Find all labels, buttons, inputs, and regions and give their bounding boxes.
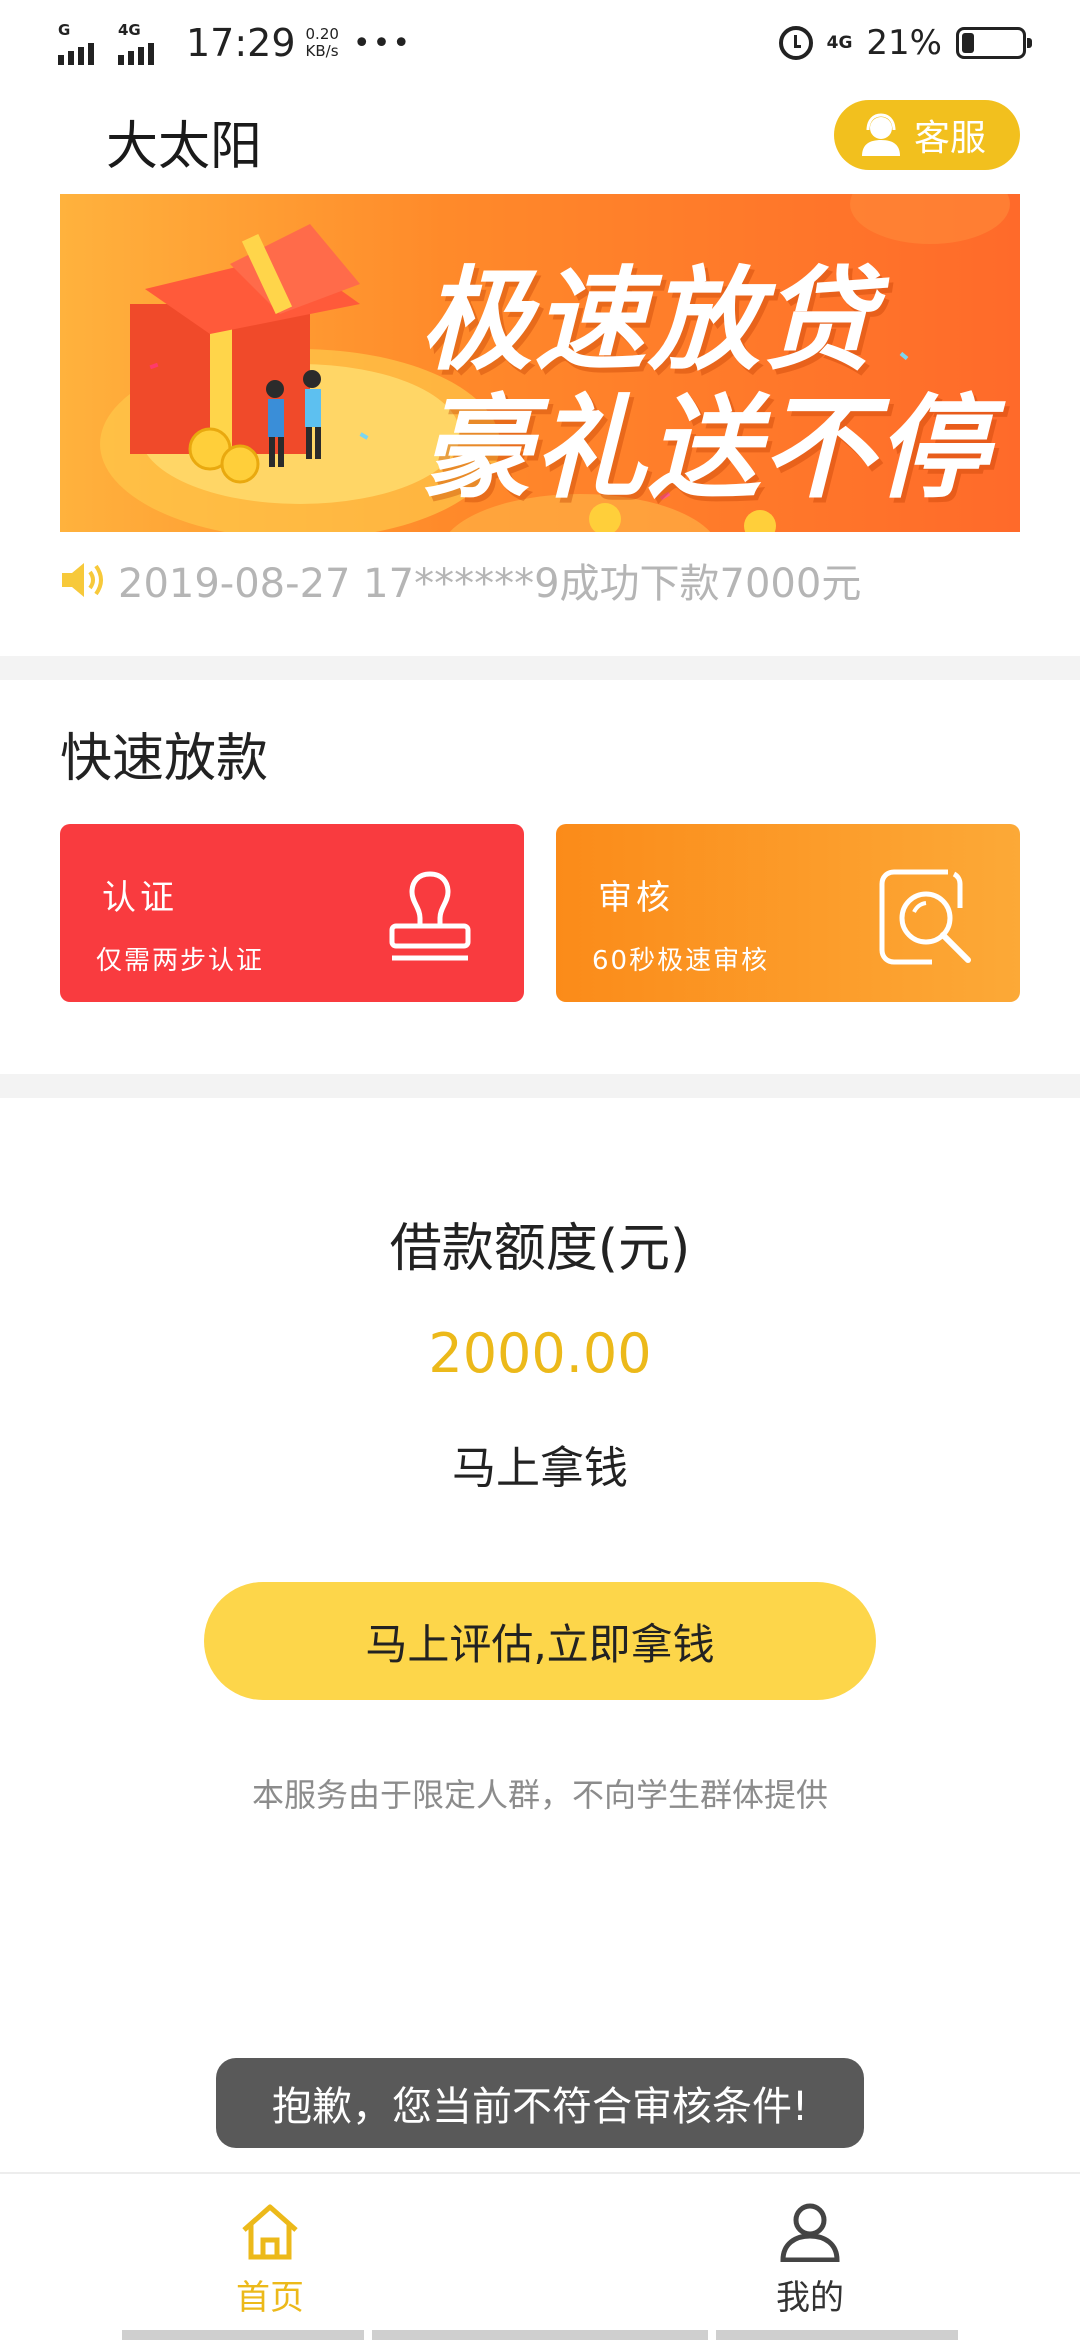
sim2-type: 4G [118, 21, 141, 39]
status-bar: G 4G 17:29 0.20 KB/s ••• 4G 21% [0, 0, 1080, 86]
verification-card[interactable]: 认证 仅需两步认证 [60, 824, 524, 1002]
nav-mine[interactable]: 我的 [710, 2202, 910, 2319]
signal-sim2-icon: 4G [118, 21, 170, 65]
network-speed-unit: KB/s [305, 42, 339, 60]
nav-mine-label: 我的 [776, 2278, 844, 2318]
home-icon [242, 2204, 298, 2260]
verification-card-subtitle: 仅需两步认证 [96, 946, 265, 976]
review-card[interactable]: 审核 60秒极速审核 [556, 824, 1020, 1002]
verification-card-title: 认证 [102, 878, 178, 918]
more-notifications-icon: ••• [352, 25, 413, 61]
network-speed-value: 0.20 [305, 25, 339, 43]
loan-subtitle: 马上拿钱 [452, 1443, 628, 1494]
bottom-navigation: 首页 我的 [0, 2172, 1080, 2340]
magnifier-icon [879, 869, 971, 965]
gesture-bar [0, 2330, 1080, 2340]
promo-banner[interactable]: 极速放贷 豪礼送不停 [60, 194, 1020, 532]
evaluate-button[interactable]: 马上评估,立即拿钱 [204, 1582, 876, 1700]
customer-service-label: 客服 [914, 118, 987, 159]
section-divider [0, 656, 1080, 680]
app-title: 大太阳 [106, 117, 263, 177]
loan-limit-amount: 2000.00 [428, 1322, 652, 1385]
banner-subheadline: 豪礼送不停 [420, 384, 990, 514]
clock: 17:29 [186, 21, 296, 65]
toast-message: 抱歉，您当前不符合审核条件! [216, 2058, 864, 2148]
section-divider [0, 1074, 1080, 1098]
notice-text: 2019-08-27 17******9成功下款7000元 [118, 561, 862, 607]
network-type: 4G [826, 33, 853, 53]
nav-home-label: 首页 [236, 2278, 304, 2318]
customer-service-button[interactable]: 客服 [834, 100, 1020, 170]
nav-home[interactable]: 首页 [170, 2202, 370, 2319]
sim1-type: G [58, 21, 71, 39]
network-speed: 0.20 KB/s [306, 26, 339, 60]
speaker-icon [62, 563, 103, 597]
review-card-title: 审核 [598, 878, 674, 918]
stamp-icon [389, 871, 471, 961]
review-card-subtitle: 60秒极速审核 [592, 946, 770, 976]
notice-bar: 2019-08-27 17******9成功下款7000元 [60, 552, 861, 608]
battery-percent: 21% [866, 23, 942, 63]
user-icon [780, 2203, 840, 2262]
signal-sim1-icon: G [58, 21, 110, 65]
quick-loan-title: 快速放款 [60, 729, 269, 789]
loan-limit-title: 借款额度(元) [389, 1219, 691, 1279]
evaluate-button-label: 马上评估,立即拿钱 [365, 1619, 715, 1669]
alarm-icon [778, 26, 813, 60]
battery-icon [956, 27, 1032, 59]
disclaimer-text: 本服务由于限定人群，不向学生群体提供 [251, 1776, 828, 1814]
customer-service-icon [862, 113, 900, 156]
toast-text: 抱歉，您当前不符合审核条件! [271, 2084, 809, 2130]
